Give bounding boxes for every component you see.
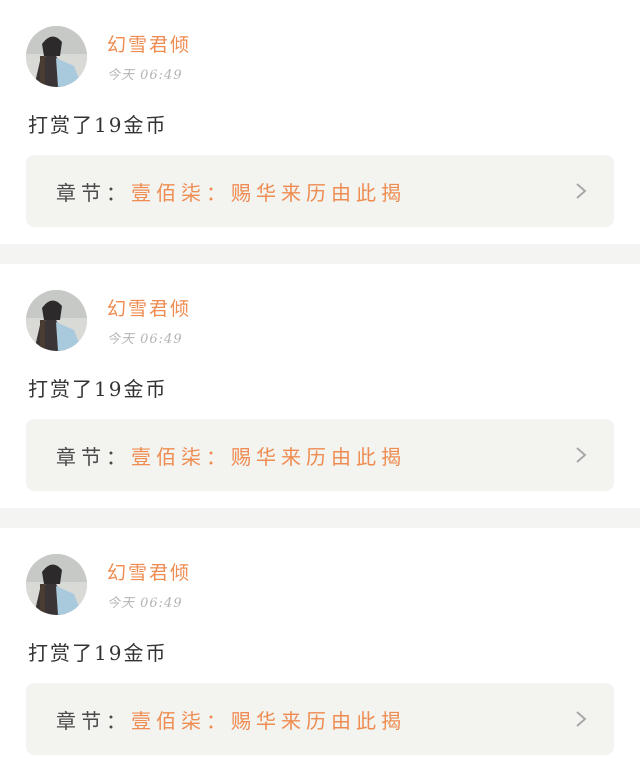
chapter-prefix: 章节： <box>56 180 131 205</box>
timestamp: 今天 06:49 <box>107 596 183 611</box>
reward-card: 幻雪君倾 今天 06:49 打赏了19金币 章节： 壹佰柒：赐华来历由此揭 <box>0 528 640 781</box>
user-avatar[interactable] <box>26 554 87 615</box>
username[interactable]: 幻雪君倾 <box>107 294 191 321</box>
chapter-link[interactable]: 章节： 壹佰柒：赐华来历由此揭 <box>26 419 614 491</box>
avatar-image <box>26 290 87 351</box>
chapter-title: 壹佰柒：赐华来历由此揭 <box>131 708 406 733</box>
reward-message: 打赏了19金币 <box>28 377 168 401</box>
chevron-right-icon <box>572 710 590 728</box>
chapter-prefix: 章节： <box>56 444 131 469</box>
username[interactable]: 幻雪君倾 <box>107 558 191 585</box>
reward-message: 打赏了19金币 <box>28 113 168 137</box>
chapter-link[interactable]: 章节： 壹佰柒：赐华来历由此揭 <box>26 683 614 755</box>
chevron-right-icon <box>572 182 590 200</box>
chapter-title: 壹佰柒：赐华来历由此揭 <box>131 444 406 469</box>
avatar-image <box>26 554 87 615</box>
username[interactable]: 幻雪君倾 <box>107 30 191 57</box>
timestamp: 今天 06:49 <box>107 332 183 347</box>
reward-card: 幻雪君倾 今天 06:49 打赏了19金币 章节： 壹佰柒：赐华来历由此揭 <box>0 0 640 244</box>
chevron-right-icon <box>572 446 590 464</box>
chapter-prefix: 章节： <box>56 708 131 733</box>
user-avatar[interactable] <box>26 290 87 351</box>
avatar-image <box>26 26 87 87</box>
reward-card: 幻雪君倾 今天 06:49 打赏了19金币 章节： 壹佰柒：赐华来历由此揭 <box>0 264 640 508</box>
timestamp: 今天 06:49 <box>107 68 183 83</box>
user-avatar[interactable] <box>26 26 87 87</box>
reward-message: 打赏了19金币 <box>28 641 168 665</box>
reward-feed: 幻雪君倾 今天 06:49 打赏了19金币 章节： 壹佰柒：赐华来历由此揭 幻雪… <box>0 0 640 781</box>
chapter-title: 壹佰柒：赐华来历由此揭 <box>131 180 406 205</box>
chapter-link[interactable]: 章节： 壹佰柒：赐华来历由此揭 <box>26 155 614 227</box>
